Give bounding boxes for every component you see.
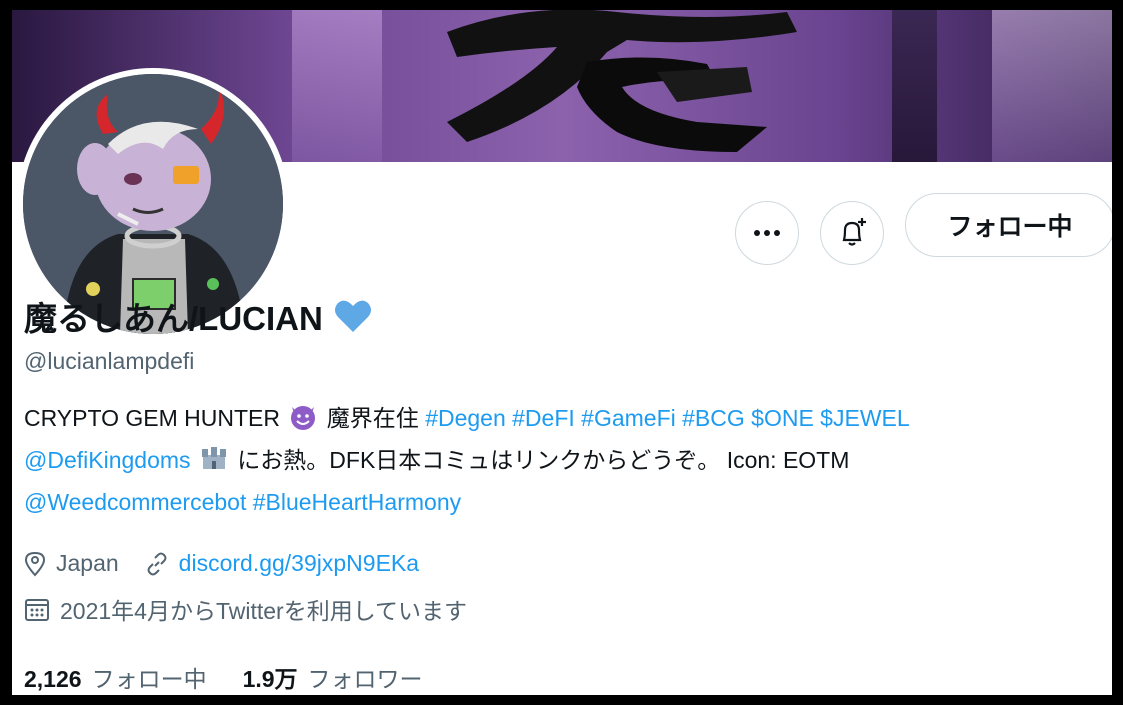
banner-window: [992, 10, 1112, 162]
blue-heart-icon: [334, 300, 371, 332]
smiling-devil-icon: [291, 406, 316, 430]
follow-stats: 2,126 フォロー中 1.9万 フォロワー: [24, 660, 423, 694]
calendar-icon: [24, 596, 50, 622]
joined-row: 2021年4月からTwitterを利用しています: [24, 592, 467, 626]
following-label: フォロー中: [91, 666, 207, 692]
followers-count: 1.9万: [242, 666, 298, 692]
ellipsis-icon: [754, 230, 780, 236]
castle-icon: [201, 447, 226, 469]
bio-mention-defikingdoms[interactable]: @DefiKingdoms: [24, 447, 191, 473]
banner-window: [292, 10, 382, 162]
bio-mention-weedcommercebot[interactable]: @Weedcommercebot: [24, 489, 246, 515]
display-name: 魔るしあん/LUCIAN: [24, 300, 323, 337]
banner-pillar: [892, 10, 937, 162]
following-stat[interactable]: 2,126 フォロー中: [24, 660, 207, 694]
bio-hashtags[interactable]: #Degen #DeFI #GameFi #BCG $ONE $JEWEL: [425, 405, 909, 431]
bio-line-3: @Weedcommercebot #BlueHeartHarmony: [24, 481, 1112, 523]
location-icon: [24, 551, 46, 577]
joined-date-text: 2021年4月からTwitterを利用しています: [60, 598, 467, 624]
link-icon: [145, 552, 169, 576]
user-handle: @lucianlampdefi: [24, 348, 195, 374]
bio-line-1: CRYPTO GEM HUNTER 魔界在住 #Degen #DeFI #Gam…: [24, 397, 1112, 439]
profile-card: フォロー中 魔るしあん/LUCIAN @lucianlampdefi CRYPT…: [12, 10, 1112, 695]
profile-url-link[interactable]: discord.gg/39jxpN9EKa: [179, 550, 419, 577]
bio-line-2: @DefiKingdoms にお熱。DFK日本コミュはリンクからどうぞ。 Ico…: [24, 439, 1112, 481]
profile-meta: Japan discord.gg/39jxpN9EKa: [24, 550, 419, 577]
profile-bio: CRYPTO GEM HUNTER 魔界在住 #Degen #DeFI #Gam…: [24, 397, 1112, 523]
followers-stat[interactable]: 1.9万 フォロワー: [243, 660, 423, 694]
bell-plus-icon: [842, 218, 866, 246]
banner-kanji-artwork: [447, 10, 797, 152]
more-options-button[interactable]: [735, 201, 799, 265]
location-text: Japan: [56, 550, 119, 576]
bio-hashtag-blueheartharmony[interactable]: #BlueHeartHarmony: [246, 489, 461, 515]
followers-label: フォロワー: [307, 666, 423, 692]
notifications-button[interactable]: [820, 201, 884, 265]
following-count: 2,126: [24, 666, 82, 692]
following-button[interactable]: フォロー中: [905, 193, 1112, 257]
display-name-row: 魔るしあん/LUCIAN: [24, 292, 373, 340]
